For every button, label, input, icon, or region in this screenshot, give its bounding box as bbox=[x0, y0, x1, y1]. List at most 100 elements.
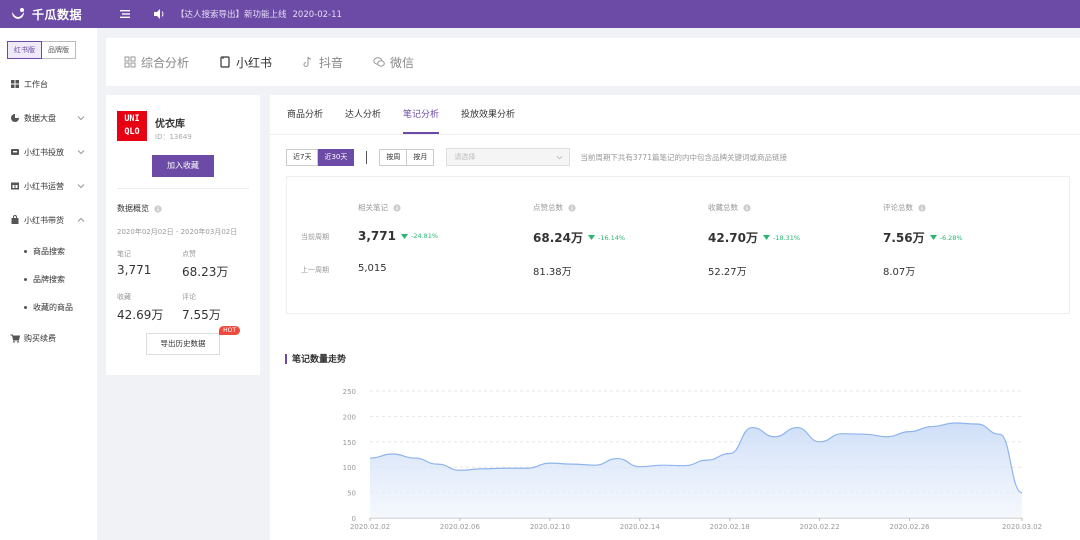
tab-note-analysis[interactable]: 笔记分析 bbox=[403, 95, 440, 134]
tab-overall[interactable]: 综合分析 bbox=[124, 54, 189, 71]
range-7days-button[interactable]: 近7天 bbox=[286, 148, 319, 166]
grid-icon bbox=[11, 80, 19, 88]
export-history-button[interactable]: 导出历史数据 bbox=[146, 333, 220, 355]
sidebar-item-workbench[interactable]: 工作台 bbox=[0, 67, 97, 101]
period-select[interactable]: 请选择 bbox=[446, 148, 571, 166]
filter-note: 当前周期下共有3771篇笔记的内中包含品牌关键词或商品链接 bbox=[580, 152, 787, 162]
divider bbox=[366, 150, 368, 164]
range-30days-button[interactable]: 近30天 bbox=[318, 148, 355, 166]
logo-icon bbox=[12, 8, 24, 19]
tab-product-analysis[interactable]: 商品分析 bbox=[287, 95, 323, 134]
x-tick-label: 2020.02.18 bbox=[710, 523, 750, 531]
divider bbox=[117, 188, 249, 189]
y-tick-label: 50 bbox=[347, 490, 356, 498]
x-tick-label: 2020.02.22 bbox=[800, 523, 840, 531]
chevron-down-icon bbox=[77, 116, 85, 121]
period-range: 2020年02月02日 - 2020年03月02日 bbox=[117, 228, 238, 236]
stat-notes: 笔记 3,771 bbox=[117, 250, 152, 277]
x-tick-label: 2020.03.02 bbox=[1002, 523, 1042, 531]
brand-logo: UNI QLO bbox=[117, 111, 147, 141]
arrow-down-icon bbox=[762, 235, 770, 240]
sidebar-item-operation[interactable]: 小红书运营 bbox=[0, 169, 97, 203]
stat-grid: 笔记 3,771 点赞 68.23万 收藏 42.69万 评论 7.55万 bbox=[117, 249, 260, 323]
by-month-button[interactable]: 按月 bbox=[407, 148, 435, 166]
version-switch: 红书版 品牌版 bbox=[7, 41, 97, 59]
sidebar-nav: 工作台 数据大盘 小红书投放 小红书运营 小红书带货 商品搜索 品牌搜索 收藏的… bbox=[0, 67, 97, 355]
version-tab-brand[interactable]: 品牌版 bbox=[42, 41, 76, 59]
sidebar-item-label: 小红书投放 bbox=[24, 147, 64, 157]
speaker-icon bbox=[154, 9, 164, 19]
store-icon bbox=[11, 182, 19, 190]
sidebar-subitem-favorites[interactable]: 收藏的商品 bbox=[0, 293, 97, 321]
stat-comments: 评论 7.55万 bbox=[182, 293, 221, 322]
app-logo[interactable]: 千瓜数据 bbox=[0, 6, 118, 23]
by-week-button[interactable]: 按周 bbox=[379, 148, 408, 166]
info-icon[interactable] bbox=[154, 204, 162, 213]
menu-toggle-icon[interactable] bbox=[118, 7, 132, 21]
info-icon[interactable] bbox=[568, 203, 576, 212]
tab-douyin[interactable]: 抖音 bbox=[302, 54, 343, 71]
tiktok-icon bbox=[303, 56, 312, 67]
x-tick-label: 2020.02.26 bbox=[890, 523, 931, 531]
y-tick-label: 250 bbox=[343, 388, 356, 396]
grid-outline-icon bbox=[124, 56, 136, 68]
chart-circle-icon bbox=[11, 114, 19, 122]
info-icon[interactable] bbox=[918, 203, 926, 212]
chevron-up-icon bbox=[77, 217, 85, 222]
y-tick-label: 200 bbox=[343, 413, 356, 421]
sidebar-subitem-product-search[interactable]: 商品搜索 bbox=[0, 237, 97, 265]
bullet-icon bbox=[24, 249, 27, 253]
info-icon[interactable] bbox=[743, 203, 751, 212]
overview-title: 数据概览 bbox=[117, 203, 260, 214]
note-icon bbox=[220, 56, 230, 68]
note-trend-chart[interactable]: 0 50 100 150 200 250 2020.02.02 2020.02.06 2020.… bbox=[270, 377, 1080, 540]
chevron-down-icon bbox=[77, 150, 85, 155]
shopping-bag-icon bbox=[11, 215, 19, 224]
app-name: 千瓜数据 bbox=[32, 7, 83, 22]
sidebar-item-purchase[interactable]: 购买续费 bbox=[0, 321, 97, 355]
sidebar-item-dashboard[interactable]: 数据大盘 bbox=[0, 101, 97, 135]
cart-icon bbox=[10, 334, 20, 343]
x-tick-label: 2020.02.14 bbox=[620, 523, 661, 531]
sidebar-item-label: 购买续费 bbox=[24, 333, 56, 343]
tab-campaign-analysis[interactable]: 投放效果分析 bbox=[461, 95, 515, 134]
sidebar-item-delivery[interactable]: 小红书投放 bbox=[0, 135, 97, 169]
add-favorite-button[interactable]: 加入收藏 bbox=[152, 155, 214, 177]
brand-card: UNI QLO 优衣库 ID：13649 加入收藏 数据概览 2020年02月0… bbox=[106, 95, 260, 375]
chevron-down-icon bbox=[77, 184, 85, 189]
sidebar: 红书版 品牌版 工作台 数据大盘 小红书投放 小红书运营 小红书带货 商品搜索 bbox=[0, 28, 97, 540]
platform-tabs: 综合分析 小红书 抖音 微信 bbox=[106, 38, 1080, 86]
delivery-icon bbox=[11, 149, 19, 155]
notice-text[interactable]: 【达人搜索导出】新功能上线 2020-02-11 bbox=[176, 8, 342, 20]
x-tick-label: 2020.02.06 bbox=[440, 523, 481, 531]
row-label-current: 当前周期 bbox=[301, 233, 329, 241]
y-tick-label: 100 bbox=[343, 464, 356, 472]
tab-xiaohongshu[interactable]: 小红书 bbox=[219, 54, 272, 71]
sidebar-item-label: 小红书运营 bbox=[24, 181, 64, 191]
sidebar-item-label: 小红书带货 bbox=[24, 215, 64, 225]
sidebar-item-label: 数据大盘 bbox=[24, 113, 56, 123]
stat-likes: 点赞 68.23万 bbox=[182, 250, 229, 279]
brand-id: ID：13649 bbox=[155, 133, 192, 141]
y-tick-label: 150 bbox=[343, 439, 356, 447]
hot-badge: HOT bbox=[219, 326, 240, 335]
analysis-tabs: 商品分析 达人分析 笔记分析 投放效果分析 bbox=[270, 95, 1080, 135]
info-icon[interactable] bbox=[393, 203, 401, 212]
analysis-panel: 商品分析 达人分析 笔记分析 投放效果分析 近7天 近30天 按周 按月 请选择… bbox=[270, 95, 1080, 540]
version-tab-red[interactable]: 红书版 bbox=[7, 41, 42, 59]
metrics-table: 当前周期 上一周期 相关笔记 3,771 -24.81% 5,015 点赞总数 6… bbox=[286, 176, 1070, 314]
top-bar: 千瓜数据 【达人搜索导出】新功能上线 2020-02-11 bbox=[0, 0, 1080, 28]
chevron-down-icon bbox=[556, 155, 563, 160]
sidebar-item-sales[interactable]: 小红书带货 bbox=[0, 203, 97, 237]
y-tick-label: 0 bbox=[352, 515, 356, 523]
sidebar-subitem-brand-search[interactable]: 品牌搜索 bbox=[0, 265, 97, 293]
brand-name: 优衣库 bbox=[155, 119, 185, 130]
row-label-previous: 上一周期 bbox=[301, 266, 329, 274]
x-tick-label: 2020.02.10 bbox=[530, 523, 570, 531]
tab-wechat[interactable]: 微信 bbox=[373, 54, 414, 71]
tab-kol-analysis[interactable]: 达人分析 bbox=[345, 95, 381, 134]
stat-collects: 收藏 42.69万 bbox=[117, 293, 164, 322]
arrow-down-icon bbox=[587, 235, 595, 240]
sidebar-item-label: 工作台 bbox=[24, 79, 48, 89]
title-accent-bar bbox=[285, 353, 287, 364]
